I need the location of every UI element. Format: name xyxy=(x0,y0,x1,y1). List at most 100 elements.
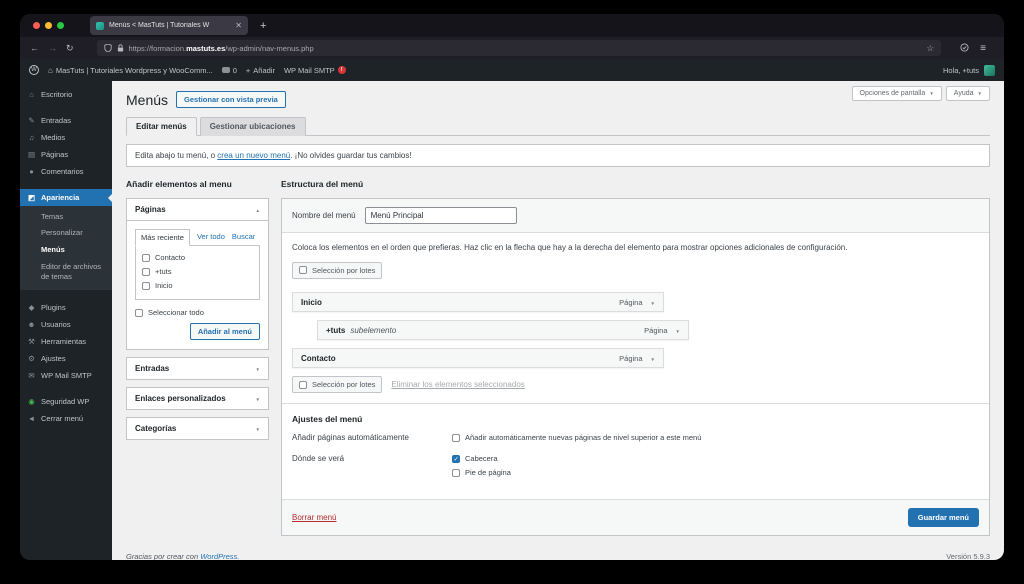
select-all-row[interactable]: Seleccionar todo xyxy=(135,308,260,317)
add-to-menu-button[interactable]: Añadir al menú xyxy=(189,323,260,340)
tracking-shield-icon[interactable] xyxy=(103,44,112,52)
sidebar-collapse-button[interactable]: ◄ Cerrar menú xyxy=(20,410,112,427)
checkbox[interactable] xyxy=(299,266,307,274)
tab-buscar[interactable]: Buscar xyxy=(232,229,255,245)
checkbox[interactable] xyxy=(135,308,143,317)
checkbox[interactable] xyxy=(452,433,460,442)
remove-selected-link[interactable]: Eliminar los elementos seleccionados xyxy=(391,380,524,389)
chevron-down-icon[interactable] xyxy=(256,364,260,373)
sidebar-item-apariencia[interactable]: ◩ Apariencia xyxy=(20,189,112,206)
browser-toolbar-icons: ≡ xyxy=(960,39,986,57)
menu-item-tuts[interactable]: +tuts subelemento Página xyxy=(317,320,689,340)
panel-title: Entradas xyxy=(135,364,170,373)
display-location-label: Dónde se verá xyxy=(292,454,345,463)
sidebar-item-seguridad-wp[interactable]: ◉ Seguridad WP xyxy=(20,393,112,410)
lock-icon[interactable] xyxy=(117,44,124,52)
admin-bar-comments[interactable]: 0 xyxy=(221,66,237,75)
checkbox[interactable] xyxy=(299,380,307,389)
checkbox[interactable] xyxy=(142,253,150,262)
close-window-button[interactable] xyxy=(33,22,40,29)
bulk-select-toggle[interactable]: Selección por lotes xyxy=(292,261,383,279)
chevron-down-icon[interactable] xyxy=(651,298,655,307)
chevron-up-icon[interactable] xyxy=(256,205,260,214)
page-checkbox-tuts[interactable]: +tuts xyxy=(142,267,253,276)
sidebar-item-paginas[interactable]: ▤ Páginas xyxy=(20,146,112,163)
appearance-icon: ◩ xyxy=(27,193,36,202)
minimize-window-button[interactable] xyxy=(45,22,52,29)
manage-with-live-preview-button[interactable]: Gestionar con vista previa xyxy=(176,91,286,108)
admin-bar-site[interactable]: ⌂ MasTuts | Tutoriales Wordpress y WooCo… xyxy=(48,66,213,75)
location-cabecera-row[interactable]: Cabecera xyxy=(452,454,511,463)
tab-close-icon[interactable]: ✕ xyxy=(235,21,242,30)
tab-editar-menus[interactable]: Editar menús xyxy=(126,117,197,136)
screen-options-button[interactable]: Opciones de pantalla xyxy=(851,86,942,101)
admin-bar-new[interactable]: + Añadir xyxy=(246,66,275,75)
auto-add-checkbox-row[interactable]: Añadir automáticamente nuevas páginas de… xyxy=(452,433,701,442)
chevron-down-icon[interactable] xyxy=(651,354,655,363)
page-checkbox-inicio[interactable]: Inicio xyxy=(142,281,253,290)
wordpress-link[interactable]: WordPress. xyxy=(200,552,239,560)
create-new-menu-link[interactable]: crea un nuevo menú xyxy=(217,151,290,160)
bulk-select-toggle[interactable]: Selección por lotes xyxy=(292,376,383,393)
tab-mas-reciente[interactable]: Más reciente xyxy=(135,229,190,246)
tab-gestionar-ubicaciones[interactable]: Gestionar ubicaciones xyxy=(199,117,306,136)
sidebar-item-label: Ajustes xyxy=(41,353,66,363)
sidebar-item-comentarios[interactable]: ● Comentarios xyxy=(20,163,112,180)
forward-icon[interactable]: → xyxy=(48,43,57,53)
footer-thanks: Gracias por crear con WordPress. xyxy=(126,552,239,560)
menu-name-label: Nombre del menú xyxy=(292,211,356,220)
checkbox[interactable] xyxy=(142,281,150,290)
submenu-item-menus[interactable]: Menús xyxy=(20,242,112,259)
bookmark-star-icon[interactable]: ☆ xyxy=(927,43,935,54)
tab-ver-todo[interactable]: Ver todo xyxy=(197,229,225,245)
sidebar-item-escritorio[interactable]: ⌂ Escritorio xyxy=(20,86,112,103)
sidebar-item-ajustes[interactable]: ⚙ Ajustes xyxy=(20,350,112,367)
sidebar-item-usuarios[interactable]: ☻ Usuarios xyxy=(20,316,112,333)
sidebar-item-herramientas[interactable]: ⚒ Herramientas xyxy=(20,333,112,350)
wordpress-logo-icon[interactable]: W xyxy=(29,65,39,75)
page-checkbox-contacto[interactable]: Contacto xyxy=(142,253,253,262)
back-icon[interactable]: ← xyxy=(30,43,39,53)
location-label: Cabecera xyxy=(465,454,498,463)
submenu-item-editor-archivos[interactable]: Editor de archivos de temas xyxy=(20,258,112,285)
dashboard-icon: ⌂ xyxy=(29,90,34,99)
delete-menu-link[interactable]: Borrar menú xyxy=(292,513,336,522)
new-tab-button[interactable]: + xyxy=(260,20,266,32)
categorias-panel-header[interactable]: Categorías xyxy=(127,418,268,439)
browser-tab[interactable]: Menús < MasTuts | Tutoriales W ✕ xyxy=(90,16,248,35)
menu-item-contacto[interactable]: Contacto Página xyxy=(292,348,664,368)
save-menu-button[interactable]: Guardar menú xyxy=(907,508,979,527)
help-button[interactable]: Ayuda xyxy=(945,86,990,101)
checkbox[interactable] xyxy=(452,468,460,477)
submenu-item-temas[interactable]: Temas xyxy=(20,208,112,225)
sidebar-item-label: Herramientas xyxy=(41,336,87,346)
sidebar-item-wp-mail-smtp[interactable]: ✉ WP Mail SMTP xyxy=(20,367,112,384)
menu-item-type: Página xyxy=(619,297,643,307)
checkbox-checked[interactable] xyxy=(452,454,460,463)
hamburger-menu-icon[interactable]: ≡ xyxy=(980,43,986,54)
admin-bar-wp-mail-smtp[interactable]: WP Mail SMTP ! xyxy=(284,66,346,75)
checkbox[interactable] xyxy=(142,267,150,276)
wp-admin-bar: W ⌂ MasTuts | Tutoriales Wordpress y Woo… xyxy=(20,59,1004,81)
zoom-window-button[interactable] xyxy=(57,22,64,29)
location-pie-row[interactable]: Pie de página xyxy=(452,468,511,477)
reload-icon[interactable]: ↻ xyxy=(66,43,74,54)
plus-icon: + xyxy=(245,65,251,75)
entradas-panel-header[interactable]: Entradas xyxy=(127,358,268,379)
menu-item-inicio[interactable]: Inicio Página xyxy=(292,292,664,312)
enlaces-panel-header[interactable]: Enlaces personalizados xyxy=(127,388,268,409)
extension-shield-icon[interactable] xyxy=(960,39,969,57)
admin-bar-account[interactable]: Hola, +tuts xyxy=(943,64,995,76)
url-text[interactable]: https://formacion.mastuts.es/wp-admin/na… xyxy=(129,44,314,53)
sidebar-item-entradas[interactable]: ✎ Entradas xyxy=(20,112,112,129)
menu-name-input[interactable] xyxy=(364,207,517,224)
pages-panel-header[interactable]: Páginas xyxy=(127,199,268,221)
chevron-down-icon[interactable] xyxy=(256,424,260,433)
chevron-down-icon[interactable] xyxy=(676,326,680,335)
browser-tab-bar: Menús < MasTuts | Tutoriales W ✕ + xyxy=(20,14,1004,37)
submenu-item-personalizar[interactable]: Personalizar xyxy=(20,225,112,242)
url-bar[interactable]: https://formacion.mastuts.es/wp-admin/na… xyxy=(96,40,942,56)
sidebar-item-plugins[interactable]: ◆ Plugins xyxy=(20,299,112,316)
chevron-down-icon[interactable] xyxy=(256,394,260,403)
sidebar-item-medios[interactable]: ♫ Medios xyxy=(20,129,112,146)
